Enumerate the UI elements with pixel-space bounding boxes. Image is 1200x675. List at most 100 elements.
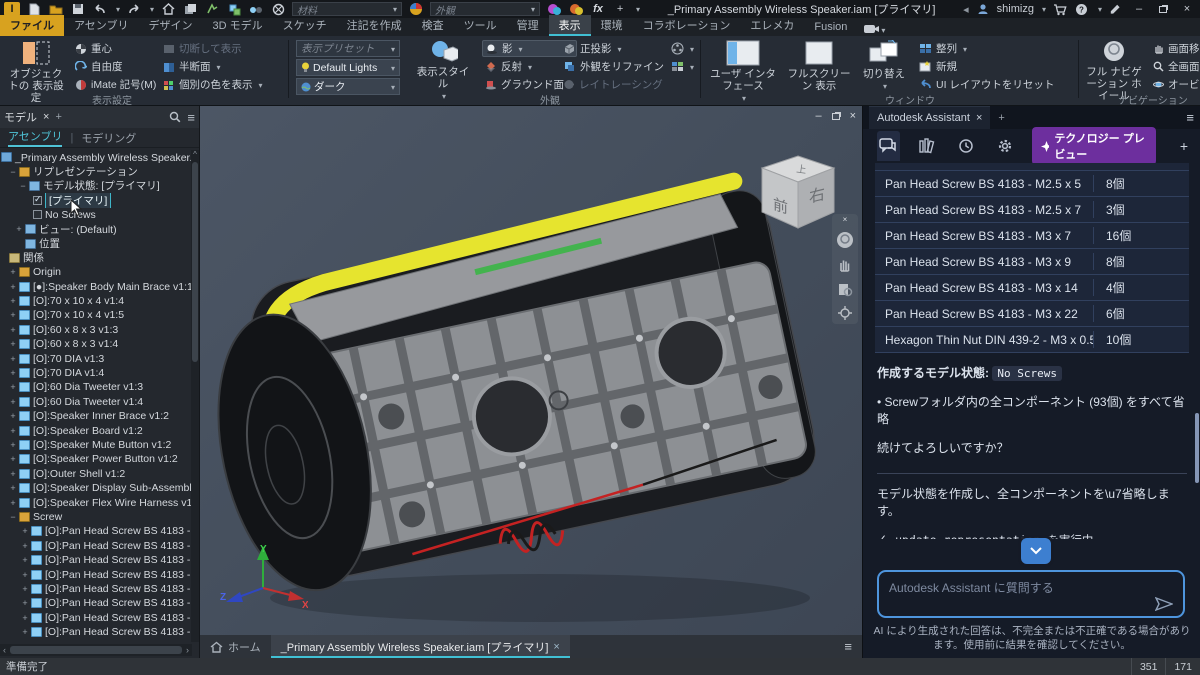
feedback-icon[interactable] <box>1108 2 1124 16</box>
assistant-panel-menu-icon[interactable]: ≡ <box>1186 110 1194 125</box>
table-row[interactable]: Pan Head Screw BS 4183 - M3 x 22 6個 <box>875 300 1189 326</box>
pan-button[interactable]: 画面移動 <box>1150 40 1200 57</box>
tab-file[interactable]: ファイル <box>0 15 64 36</box>
table-row[interactable]: Pan Head Screw BS 4183 - M3 x 9 8個 <box>875 248 1189 274</box>
visual-style-button[interactable]: 表示スタイル <box>412 40 474 103</box>
tab-inspect[interactable]: 検査 <box>412 15 454 36</box>
model-panel-add-tab-icon[interactable]: + <box>55 111 61 123</box>
camera-projector-button[interactable] <box>668 40 697 57</box>
tree-component-node[interactable]: +[O]:Speaker Flex Wire Harness v1:3 <box>0 495 192 509</box>
tab-3d-model[interactable]: 3D モデル <box>202 15 272 36</box>
material-combo[interactable]: 材料 <box>292 2 402 16</box>
component-colors-button[interactable]: 個別の色を表示 <box>160 76 266 93</box>
assistant-tab[interactable]: Autodesk Assistant × <box>869 106 990 129</box>
table-row[interactable]: Pan Head Screw BS 4183 - M2.5 x 7 3個 <box>875 196 1189 222</box>
redo-icon[interactable] <box>126 2 142 16</box>
tree-component-node[interactable]: +[O]:Speaker Power Button v1:2 <box>0 452 192 466</box>
visual-preset-combo[interactable]: 表示プリセット <box>296 40 400 57</box>
user-avatar-icon[interactable] <box>975 2 991 16</box>
copy-properties-icon[interactable] <box>182 2 198 16</box>
tree-node-origin[interactable]: +Origin <box>0 265 192 279</box>
tree-node-primary-state[interactable]: [プライマリ] <box>0 193 192 207</box>
active-doc-tab[interactable]: _Primary Assembly Wireless Speaker.iam [… <box>271 635 570 658</box>
tree-component-node[interactable]: +[O]:Speaker Display Sub-Assembly v1:2 <box>0 481 192 495</box>
joint-icon[interactable] <box>248 2 264 16</box>
tree-node-view-default[interactable]: +ビュー: (Default) <box>0 222 192 236</box>
model-panel-tab[interactable]: モデル <box>4 109 37 125</box>
help-caret-icon[interactable] <box>1096 3 1102 15</box>
assistant-chat-scroll[interactable]: Pan Head Screw BS 4183 - M2.5 x 5 8個 Pan… <box>863 163 1200 539</box>
camera-caret-icon[interactable] <box>879 24 885 36</box>
tree-screw-node[interactable]: +[O]:Pan Head Screw BS 4183 - M2 <box>0 611 192 625</box>
tree-screw-node[interactable]: +[O]:Pan Head Screw BS 4183 - M2 <box>0 539 192 553</box>
tree-component-node[interactable]: +[O]:70 x 10 x 4 v1:4 <box>0 294 192 308</box>
open-file-icon[interactable] <box>48 2 64 16</box>
library-tab-icon[interactable] <box>916 131 939 161</box>
tree-node-no-screws[interactable]: No Screws <box>0 208 192 222</box>
inventor-logo-icon[interactable]: I <box>4 2 20 16</box>
tab-environments[interactable]: 環境 <box>591 15 633 36</box>
cancel-sketch-icon[interactable] <box>270 2 286 16</box>
tree-node-screw-folder[interactable]: −Screw <box>0 510 192 524</box>
tab-design[interactable]: デザイン <box>138 15 202 36</box>
tree-component-node[interactable]: +[●]:Speaker Body Main Brace v1:1 <box>0 280 192 294</box>
nav-wheel-tool-icon[interactable] <box>836 231 854 249</box>
center-of-gravity-button[interactable]: 重心 <box>72 40 159 57</box>
doc-tabs-menu-icon[interactable]: ≡ <box>834 639 862 654</box>
table-row[interactable]: Pan Head Screw BS 4183 - M2.5 x 5 8個 <box>875 170 1189 196</box>
send-icon[interactable] <box>1155 597 1173 611</box>
tree-component-node[interactable]: +[O]:60 Dia Tweeter v1:3 <box>0 380 192 394</box>
tree-scroll-left-icon[interactable]: ‹ <box>3 645 6 655</box>
tree-node-model-states[interactable]: −モデル状態: [プライマリ] <box>0 179 192 193</box>
camera-record-icon[interactable] <box>863 22 879 36</box>
subtab-assembly[interactable]: アセンブリ <box>8 128 62 147</box>
tab-tools[interactable]: ツール <box>454 15 507 36</box>
arrange-button[interactable]: 整列 <box>916 40 1057 57</box>
tree-screw-node[interactable]: +[O]:Pan Head Screw BS 4183 - M2 <box>0 567 192 581</box>
graphics-viewport[interactable]: – × 上 前 右 × Y X <box>200 106 862 658</box>
assistant-add-tab-icon[interactable]: + <box>998 112 1004 124</box>
save-icon[interactable] <box>70 2 86 16</box>
quick-access-add-icon[interactable]: + <box>612 2 628 16</box>
assistant-scrollbar[interactable] <box>1195 413 1199 483</box>
refine-appearance-button[interactable]: 外観をリファイン <box>560 58 667 75</box>
table-row[interactable]: Pan Head Screw BS 4183 - M3 x 14 4個 <box>875 274 1189 300</box>
tab-fusion[interactable]: Fusion <box>804 19 857 36</box>
settings-gear-icon[interactable] <box>993 131 1016 161</box>
tree-component-node[interactable]: +[O]:70 DIA v1:4 <box>0 366 192 380</box>
collapse-title-icon[interactable]: ◂ <box>963 3 969 16</box>
zoom-all-button[interactable]: 全画面表示 <box>1150 58 1200 75</box>
imate-glyph-button[interactable]: iMate 記号(M) <box>72 76 159 93</box>
theme-combo[interactable]: ダーク <box>296 78 400 95</box>
tree-scroll-right-icon[interactable]: › <box>186 645 189 655</box>
tree-component-node[interactable]: +[O]:Speaker Board v1:2 <box>0 423 192 437</box>
new-file-icon[interactable] <box>26 2 42 16</box>
chat-tab-icon[interactable] <box>877 131 900 161</box>
tab-elemeca[interactable]: エレメカ <box>740 15 804 36</box>
tree-component-node[interactable]: +[O]:70 x 10 x 4 v1:5 <box>0 308 192 322</box>
component-update-icon[interactable] <box>204 2 220 16</box>
no-screws-checkbox[interactable] <box>33 210 42 219</box>
tab-sketch[interactable]: スケッチ <box>273 15 337 36</box>
tree-component-node[interactable]: +[O]:60 x 8 x 3 v1:3 <box>0 323 192 337</box>
viewport-close-icon[interactable]: × <box>850 110 856 122</box>
user-name[interactable]: shimizg <box>997 3 1034 15</box>
tree-component-node[interactable]: +[O]:Outer Shell v1:2 <box>0 467 192 481</box>
subtab-modeling[interactable]: モデリング <box>81 130 136 146</box>
tab-assembly[interactable]: アセンブリ <box>64 15 138 36</box>
orthographic-button[interactable]: 正投影 <box>560 40 667 57</box>
home-icon[interactable] <box>160 2 176 16</box>
tree-screw-node[interactable]: +[O]:Pan Head Screw BS 4183 - M2 <box>0 553 192 567</box>
viewport-restore-icon[interactable] <box>832 113 840 120</box>
tree-vertical-scrollbar[interactable]: ^ <box>191 150 199 642</box>
table-row[interactable]: Pan Head Screw BS 4183 - M3 x 7 16個 <box>875 222 1189 248</box>
tab-annotate[interactable]: 注記を作成 <box>337 15 412 36</box>
half-section-button[interactable]: 半断面 <box>160 58 266 75</box>
tab-manage[interactable]: 管理 <box>507 15 549 36</box>
viewport-minimize-icon[interactable]: – <box>815 110 821 122</box>
doc-tab-close-icon[interactable]: × <box>553 641 559 653</box>
tree-horizontal-scrollbar[interactable]: ‹ › <box>0 644 192 656</box>
minimize-button[interactable]: – <box>1130 1 1148 17</box>
tree-node-position[interactable]: 位置 <box>0 236 192 250</box>
appearance-combo[interactable]: 外観 <box>430 2 540 16</box>
